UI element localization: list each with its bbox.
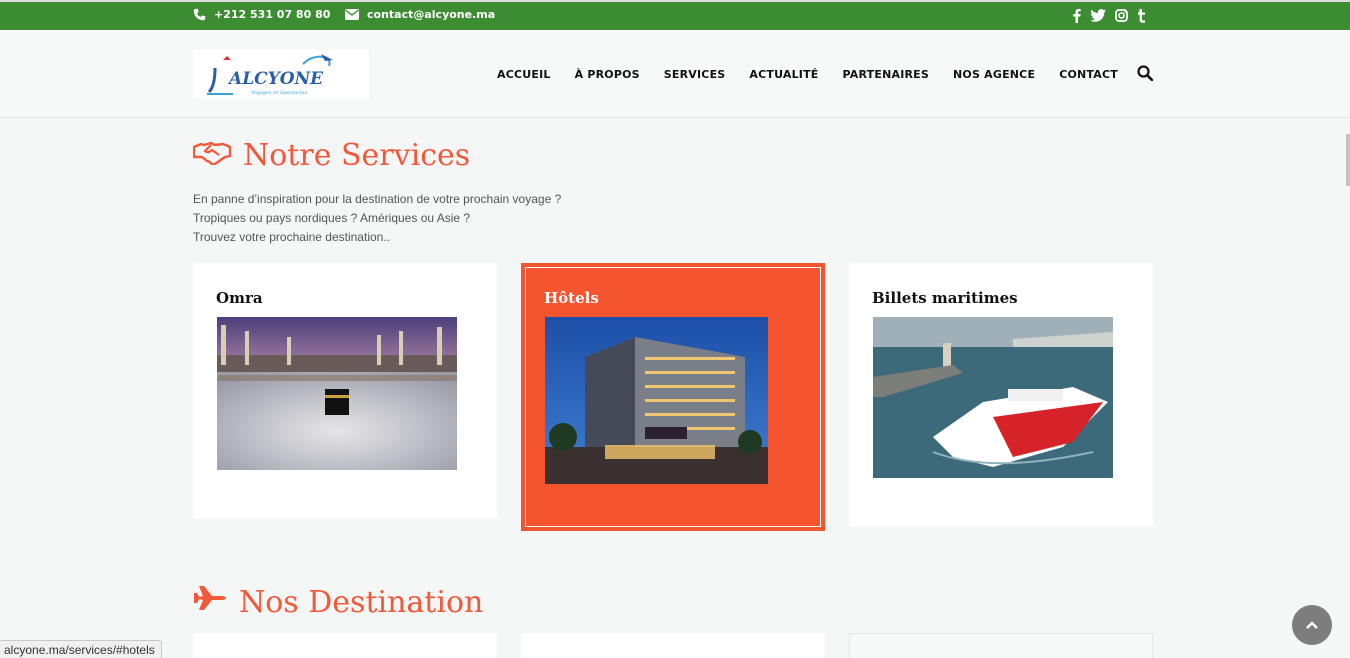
service-card-omra[interactable]: Omra: [193, 263, 497, 518]
hotel-building-photo: [545, 317, 768, 484]
page-scrollbar[interactable]: [1346, 134, 1350, 186]
mecca-kaaba-photo: [217, 317, 457, 470]
browser-status-url: alcyone.ma/services/#hotels: [0, 640, 162, 658]
phone-contact[interactable]: +212 531 07 80 80: [193, 8, 330, 21]
phone-number: +212 531 07 80 80: [214, 8, 331, 21]
service-card-title: Billets maritimes: [872, 289, 1018, 307]
destinations-title-text: Nos Destination: [239, 584, 484, 620]
nav-actualite[interactable]: ACTUALITÉ: [749, 68, 818, 81]
intro-line: Tropiques ou pays nordiques ? Amériques …: [193, 211, 471, 225]
services-section-title: Notre Services: [192, 138, 471, 173]
logo-tagline: Voyages et Spectacles: [251, 90, 308, 96]
nav-accueil[interactable]: ACCUEIL: [497, 68, 551, 81]
back-to-top-button[interactable]: [1292, 605, 1332, 645]
envelope-icon: [345, 9, 359, 20]
services-title-text: Notre Services: [243, 138, 471, 173]
top-contact-bar: +212 531 07 80 80 contact@alcyone.ma: [0, 0, 1350, 30]
intro-line: En panne d’inspiration pour la destinati…: [193, 192, 562, 206]
ferry-ship-photo: [873, 317, 1113, 478]
social-links: [1072, 8, 1146, 23]
facebook-icon[interactable]: [1072, 8, 1081, 23]
services-intro: En panne d’inspiration pour la destinati…: [193, 190, 561, 247]
service-card-hotels[interactable]: Hôtels: [521, 263, 825, 531]
destination-card[interactable]: [849, 633, 1153, 658]
service-card-title: Omra: [216, 289, 263, 307]
twitter-icon[interactable]: [1090, 9, 1106, 22]
nav-contact[interactable]: CONTACT: [1059, 68, 1118, 81]
destinations-section-title: Nos Destination: [193, 581, 483, 623]
email-contact[interactable]: contact@alcyone.ma: [345, 8, 495, 21]
site-logo[interactable]: ALCYONE Voyages et Spectacles: [193, 50, 369, 99]
intro-line: Trouvez votre prochaine destination..: [193, 230, 390, 244]
site-header: ALCYONE Voyages et Spectacles ACCUEIL À …: [0, 30, 1350, 118]
search-icon: [1137, 65, 1154, 85]
main-nav: ACCUEIL À PROPOS SERVICES ACTUALITÉ PART…: [497, 68, 1118, 81]
email-address: contact@alcyone.ma: [367, 8, 496, 21]
nav-a-propos[interactable]: À PROPOS: [575, 68, 640, 81]
service-card-title: Hôtels: [544, 289, 599, 307]
nav-services[interactable]: SERVICES: [664, 68, 726, 81]
tumblr-icon[interactable]: [1137, 8, 1146, 23]
phone-icon: [193, 8, 206, 21]
nav-partenaires[interactable]: PARTENAIRES: [843, 68, 929, 81]
nav-nos-agence[interactable]: NOS AGENCE: [953, 68, 1035, 81]
chevron-up-icon: [1306, 616, 1318, 634]
search-button[interactable]: [1137, 65, 1154, 86]
destination-card[interactable]: [193, 633, 497, 658]
instagram-icon[interactable]: [1115, 9, 1128, 22]
logo-wordmark: ALCYONE: [227, 69, 324, 89]
service-card-billets-maritimes[interactable]: Billets maritimes: [849, 263, 1153, 526]
plane-icon: [193, 581, 227, 623]
handshake-icon: [192, 138, 232, 173]
destination-card[interactable]: [521, 633, 825, 658]
